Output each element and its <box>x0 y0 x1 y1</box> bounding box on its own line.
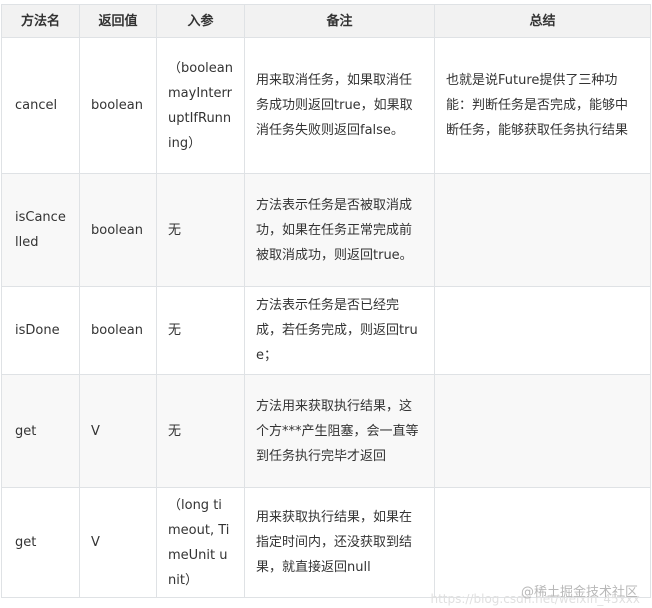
cell-method-name: get <box>1 487 80 598</box>
cell-parameters: 无 <box>156 286 245 375</box>
cell-summary <box>434 374 651 488</box>
cell-summary <box>434 173 651 287</box>
table-header-row: 方法名 返回值 入参 备注 总结 <box>1 4 651 38</box>
cell-return-value: boolean <box>79 173 157 287</box>
cell-remarks: 方法表示任务是否已经完成，若任务完成，则返回true； <box>244 286 435 375</box>
methods-table: 方法名 返回值 入参 备注 总结 cancel boolean （boolean… <box>1 4 651 598</box>
cell-parameters: （long timeout, TimeUnit unit） <box>156 487 245 598</box>
cell-method-name: isDone <box>1 286 80 375</box>
cell-parameters: （boolean mayInterruptIfRunning） <box>156 37 245 174</box>
cell-method-name: cancel <box>1 37 80 174</box>
cell-remarks: 用来取消任务，如果取消任务成功则返回true，如果取消任务失败则返回false。 <box>244 37 435 174</box>
cell-method-name: get <box>1 374 80 488</box>
table-row: isCancelled boolean 无 方法表示任务是否被取消成功，如果在任… <box>1 173 651 287</box>
header-return-value: 返回值 <box>79 4 157 38</box>
header-summary: 总结 <box>434 4 651 38</box>
cell-parameters: 无 <box>156 374 245 488</box>
header-method-name: 方法名 <box>1 4 80 38</box>
cell-remarks: 用来获取执行结果，如果在指定时间内，还没获取到结果，就直接返回null <box>244 487 435 598</box>
cell-remarks: 方法表示任务是否被取消成功，如果在任务正常完成前被取消成功，则返回true。 <box>244 173 435 287</box>
cell-method-name: isCancelled <box>1 173 80 287</box>
cell-return-value: boolean <box>79 37 157 174</box>
cell-return-value: V <box>79 374 157 488</box>
cell-remarks: 方法用来获取执行结果，这个方***产生阻塞，会一直等到任务执行完毕才返回 <box>244 374 435 488</box>
table-row: cancel boolean （boolean mayInterruptIfRu… <box>1 37 651 174</box>
cell-parameters: 无 <box>156 173 245 287</box>
header-parameters: 入参 <box>156 4 245 38</box>
watermark: @稀土掘金技术社区 <box>520 585 638 600</box>
cell-summary <box>434 286 651 375</box>
header-remarks: 备注 <box>244 4 435 38</box>
cell-return-value: V <box>79 487 157 598</box>
cell-return-value: boolean <box>79 286 157 375</box>
cell-summary: 也就是说Future提供了三种功能：判断任务是否完成，能够中断任务，能够获取任务… <box>434 37 651 174</box>
table-row: isDone boolean 无 方法表示任务是否已经完成，若任务完成，则返回t… <box>1 286 651 375</box>
table-row: get V 无 方法用来获取执行结果，这个方***产生阻塞，会一直等到任务执行完… <box>1 374 651 488</box>
